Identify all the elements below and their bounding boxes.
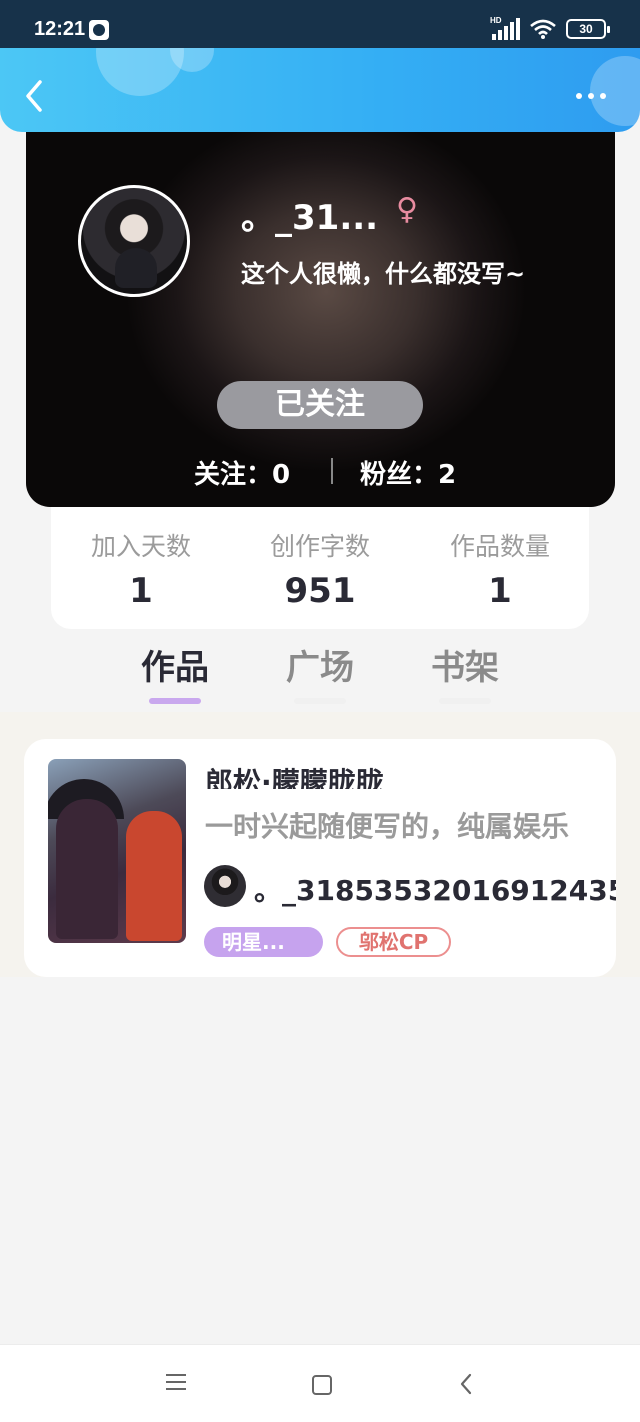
battery-icon: 30 [566, 19, 610, 39]
tag-category[interactable]: 明星... [204, 927, 323, 957]
status-time: 12:21 [34, 18, 86, 40]
tab-works[interactable]: 作品 [120, 640, 230, 689]
header-bar [0, 48, 640, 132]
wifi-icon [530, 19, 556, 39]
tab-bar: 作品 广场 书架 [0, 632, 640, 712]
stat-work-count: 作品数量 1 [410, 527, 590, 611]
fans-count[interactable]: 粉丝：2 [360, 454, 456, 491]
author-name: 。_318535320169124355 [254, 874, 616, 907]
stat-value: 951 [284, 571, 356, 611]
system-nav-bar [0, 1344, 640, 1422]
more-button[interactable] [576, 90, 612, 102]
tag-cp[interactable]: 邬松CP [336, 927, 451, 957]
stats-card: 加入天数 1 创作字数 951 作品数量 1 [51, 507, 589, 629]
menu-icon[interactable] [161, 1369, 191, 1399]
follow-counts: 关注：0 粉丝：2 [26, 450, 615, 490]
author-avatar [204, 865, 246, 907]
count-divider [331, 458, 333, 484]
work-card[interactable]: 郎松·朦朦胧胧 一时兴起随便写的，纯属娱乐 。_3185353201691243… [24, 739, 616, 977]
work-title: 郎松·朦朦胧胧 [205, 766, 384, 789]
home-square-icon[interactable] [306, 1369, 336, 1399]
work-description: 一时兴起随便写的，纯属娱乐 [205, 810, 570, 843]
username: 。_31... [241, 198, 379, 238]
signal-icon: HD [490, 16, 520, 40]
stat-label: 加入天数 [90, 532, 191, 561]
back-button[interactable] [20, 78, 50, 114]
status-icons: HD 30 [490, 16, 610, 40]
tab-indicator [439, 698, 491, 704]
female-icon: ♀ [396, 192, 418, 227]
stat-label: 创作字数 [269, 532, 370, 561]
profile-bio: 这个人很懒，什么都没写~ [241, 260, 526, 288]
stat-value: 1 [129, 571, 153, 611]
clock-app-icon [89, 20, 109, 40]
status-bar: 12:21 HD 30 [0, 0, 640, 48]
tab-bookshelf[interactable]: 书架 [410, 640, 520, 689]
network-type-label: HD [490, 16, 502, 25]
profile-card: 。_31... ♀ 这个人很懒，什么都没写~ 已关注 关注：0 粉丝：2 [26, 132, 615, 507]
stat-word-count: 创作字数 951 [230, 527, 410, 611]
stat-value: 1 [488, 571, 512, 611]
following-count[interactable]: 关注：0 [194, 454, 290, 491]
chevron-left-icon [26, 80, 42, 112]
tab-square[interactable]: 广场 [265, 640, 375, 689]
tab-indicator [294, 698, 346, 704]
avatar[interactable] [78, 185, 190, 297]
more-dots-icon [576, 93, 582, 99]
back-triangle-icon[interactable] [452, 1369, 482, 1399]
work-cover-image [48, 759, 186, 943]
stat-label: 作品数量 [449, 532, 550, 561]
follow-button[interactable]: 已关注 [217, 381, 423, 429]
stat-join-days: 加入天数 1 [51, 527, 231, 611]
tab-indicator [149, 698, 201, 704]
